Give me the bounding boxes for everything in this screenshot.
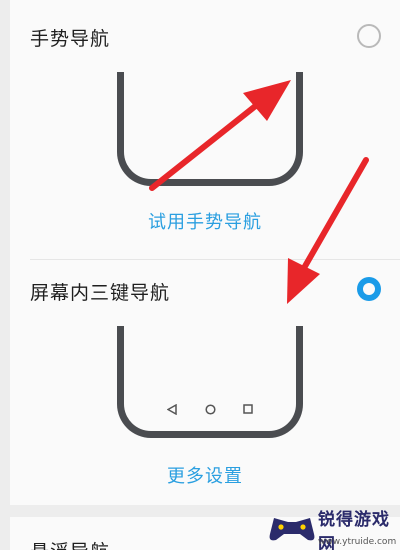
back-triangle-icon xyxy=(166,403,178,415)
try-gesture-navigation-link[interactable]: 试用手势导航 xyxy=(10,208,400,234)
option-title-gesture: 手势导航 xyxy=(30,28,111,50)
more-settings-link[interactable]: 更多设置 xyxy=(10,462,400,488)
option-title-floating: 悬浮导航 xyxy=(30,537,110,550)
option-title-three-key: 屏幕内三键导航 xyxy=(30,282,171,304)
recents-square-icon xyxy=(242,403,254,415)
radio-gesture-navigation[interactable] xyxy=(357,24,381,48)
gamepad-logo-icon xyxy=(269,518,315,541)
home-circle-icon xyxy=(204,403,216,415)
option-gesture-navigation[interactable]: 手势导航 试用手势导航 xyxy=(10,0,400,259)
settings-card: 手势导航 试用手势导航 屏幕内三键导航 更多设置 xyxy=(10,0,400,505)
three-key-phone-preview xyxy=(117,326,303,438)
radio-three-key-navigation[interactable] xyxy=(357,277,381,301)
nav-bar-preview xyxy=(124,403,296,415)
watermark-url: www.ytruide.com xyxy=(318,537,397,547)
option-three-key-navigation[interactable]: 屏幕内三键导航 更多设置 xyxy=(10,260,400,505)
gesture-phone-preview xyxy=(117,72,303,186)
